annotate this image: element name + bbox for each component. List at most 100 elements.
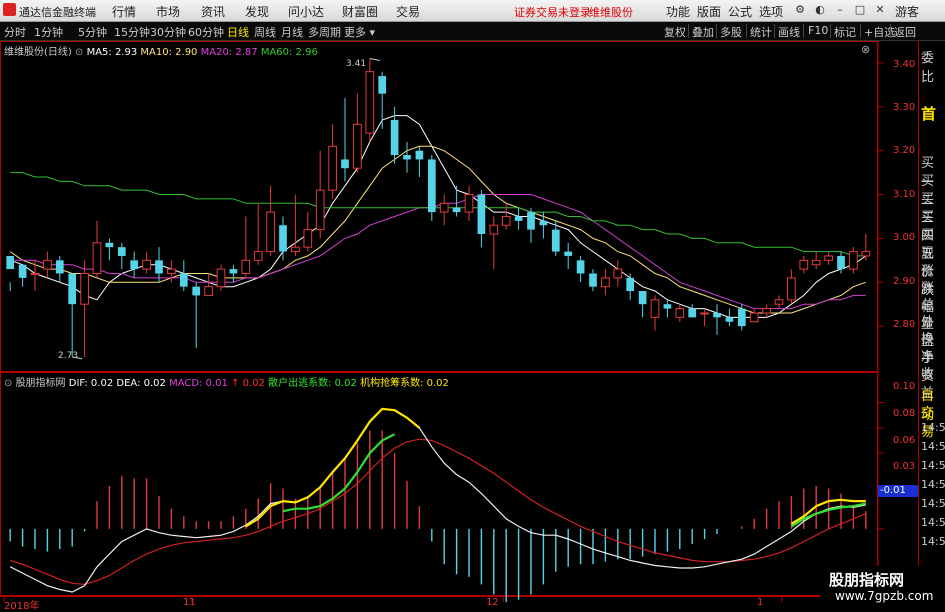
candle-body (650, 299, 660, 318)
candle-body (117, 247, 126, 256)
candle-body (328, 145, 337, 191)
candle-body (279, 225, 287, 252)
candle-body (155, 260, 163, 274)
kchart-frame (0, 41, 878, 372)
candle-body (216, 268, 226, 288)
candle-body (626, 277, 635, 292)
candle-body (774, 299, 784, 305)
macd-tick: 0.03 (893, 461, 916, 472)
tick-time: 14:56 (921, 535, 945, 548)
candle-body (390, 119, 399, 156)
candle-body (204, 286, 213, 296)
price-tick: 3.00 (893, 232, 916, 243)
candle-body (80, 272, 89, 305)
legend-retail-escape: 散户出逃系数: 0.02 (268, 378, 357, 389)
legend-macd-change: ↑ 0.02 (231, 378, 265, 389)
candle-body (663, 304, 672, 309)
macd-tick: 0.08 (893, 408, 916, 419)
candle-body (43, 259, 52, 270)
legend-ma5: MA5: 2.93 (86, 47, 138, 58)
candle-body (291, 246, 300, 253)
kchart-close-icon[interactable]: ⊗ (861, 43, 870, 56)
candle-body (105, 242, 114, 248)
high-marker (369, 58, 380, 62)
macd-title: 股朋指标网 (15, 378, 66, 389)
candle-body (55, 260, 64, 274)
macd-tick: 0.10 (893, 381, 916, 392)
macd-legend: ⊙ 股朋指标网 DIF: 0.02 DEA: 0.02 MACD: 0.01 ↑… (4, 374, 449, 389)
candle-body (713, 312, 721, 318)
candle-body (427, 159, 436, 213)
ma-line-ma20 (10, 194, 866, 310)
candle-body (341, 159, 349, 169)
candle-body (849, 251, 858, 270)
legend-dif: DIF: 0.02 (68, 378, 114, 389)
macd-toggle-icon[interactable]: ⊙ (4, 378, 16, 389)
legend-toggle-icon[interactable]: ⊙ (75, 47, 87, 58)
candle-body (142, 259, 151, 270)
candle-body (762, 308, 771, 314)
candle-body (403, 155, 411, 160)
low-price-label: 2.73 (58, 351, 79, 361)
candle-body (303, 229, 313, 248)
candle-body (787, 277, 796, 301)
candle-body (179, 273, 188, 287)
ma-line-ma5 (10, 115, 867, 318)
candle-body (353, 123, 362, 169)
legend-ma10: MA10: 2.90 (140, 47, 198, 58)
date-label: 11 (183, 597, 196, 608)
candle-body (564, 251, 573, 256)
kchart-legend: 维维股份(日线) ⊙ MA5: 2.93 MA10: 2.90 MA20: 2.… (4, 43, 318, 58)
candle-body (477, 194, 486, 235)
macd-tick: 0.06 (893, 435, 916, 446)
candle-body (6, 255, 15, 270)
tick-time: 14:56 (921, 516, 945, 529)
candle-body (30, 272, 40, 275)
date-label: 1 (757, 597, 764, 608)
kchart-title: 维维股份(日线) (4, 47, 72, 58)
candle-body (130, 260, 139, 270)
candle-body (576, 260, 585, 274)
ma-line-ma10 (9, 145, 866, 314)
candle-body (749, 312, 759, 323)
candle-body (688, 308, 697, 318)
candle-body (192, 286, 201, 296)
watermark-url: www.7gpzb.com (835, 589, 934, 603)
legend-ma20: MA20: 2.87 (200, 47, 258, 58)
candle-body (464, 194, 474, 213)
price-tick: 3.30 (893, 102, 916, 113)
candle-body (68, 273, 77, 305)
tick-time: 14:56 (921, 421, 945, 434)
candle-body (253, 251, 263, 261)
watermark-title: 股朋指标网 (829, 571, 905, 589)
candle-body (365, 71, 375, 134)
candle-body (811, 259, 821, 266)
candle-body (675, 308, 685, 318)
candle-body (241, 259, 251, 274)
candle-body (700, 312, 709, 315)
tick-time: 14:56 (921, 440, 945, 453)
candle-body (439, 202, 449, 213)
price-tick: 2.90 (893, 276, 916, 287)
candle-body (18, 264, 27, 278)
price-tick: 3.20 (893, 145, 916, 156)
candle-body (737, 308, 746, 327)
candle-body (861, 251, 871, 257)
candle-body (167, 268, 176, 274)
candle-body (601, 277, 610, 288)
candle-body (266, 211, 275, 253)
quote-weibi: 委比 (921, 51, 935, 85)
legend-ma60: MA60: 2.96 (260, 47, 318, 58)
price-tick: 3.40 (893, 59, 916, 70)
chart-canvas[interactable] (0, 0, 945, 609)
candle-body (452, 207, 461, 213)
candle-body (527, 212, 535, 230)
date-label: 12 (486, 597, 499, 608)
date-label: 2018年 (4, 601, 40, 612)
candle-body (415, 150, 424, 160)
candle-body (501, 215, 511, 226)
candle-body (837, 255, 845, 270)
price-tick: 2.80 (893, 319, 916, 330)
legend-dea: DEA: 0.02 (116, 378, 166, 389)
tick-time: 14:56 (921, 459, 945, 472)
